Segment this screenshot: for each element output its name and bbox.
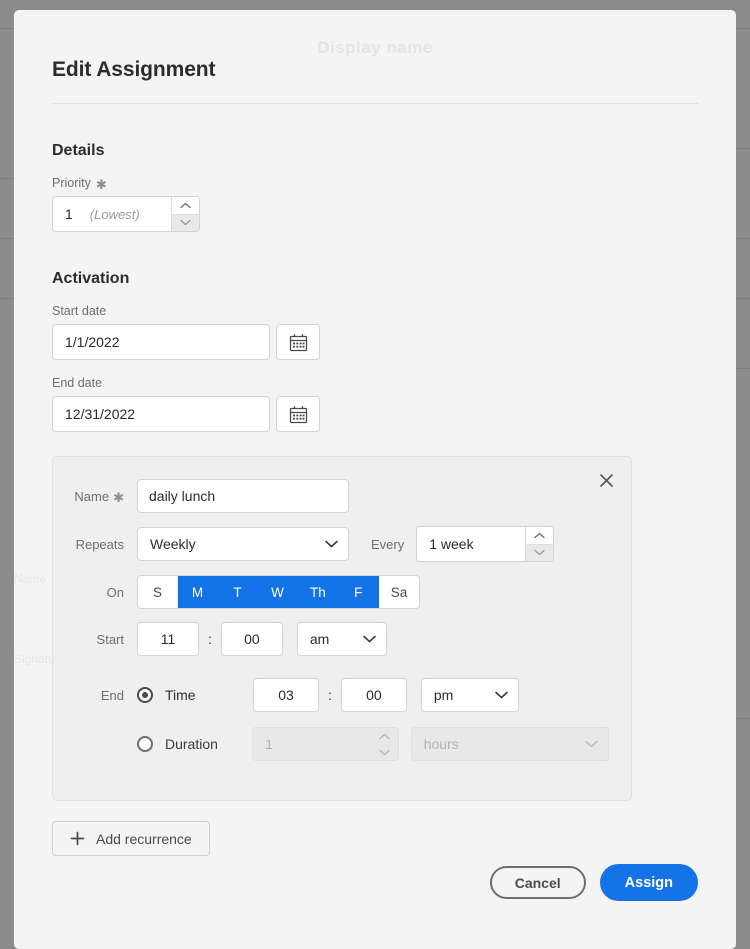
end-time-colon: :	[328, 687, 332, 703]
duration-stepper-buttons	[372, 728, 398, 760]
details-section-heading: Details	[52, 142, 105, 159]
chevron-down-icon	[495, 691, 508, 699]
end-meridiem-select[interactable]: pm	[420, 678, 519, 712]
recurrence-card: Name ✱ daily lunch Repeats Weekly Every …	[52, 456, 632, 801]
priority-label: Priority	[52, 176, 91, 190]
end-meridiem-value: pm	[433, 687, 454, 703]
start-minute-input[interactable]: 00	[220, 622, 283, 656]
close-icon	[599, 473, 613, 487]
priority-value: 1	[65, 206, 73, 222]
duration-decrement-button	[372, 744, 398, 760]
duration-unit-select: hours	[410, 727, 609, 761]
start-meridiem-select[interactable]: am	[296, 622, 387, 656]
start-hour-input[interactable]: 11	[137, 622, 199, 656]
add-recurrence-label: Add recurrence	[96, 830, 192, 847]
calendar-icon	[289, 333, 307, 351]
start-date-row: 1/1/2022	[52, 324, 698, 360]
start-meridiem-value: am	[309, 631, 330, 647]
background-ghost-left-1: Name	[14, 572, 47, 586]
day-toggle-wednesday[interactable]: W	[258, 576, 298, 608]
edit-assignment-dialog: Display name Name Signature Edit Assignm…	[14, 10, 736, 949]
recurrence-name-input[interactable]: daily lunch	[137, 479, 349, 513]
priority-decrement-button[interactable]	[172, 213, 199, 231]
priority-stepper-buttons[interactable]	[171, 197, 199, 231]
every-stepper-buttons[interactable]	[525, 527, 554, 561]
duration-increment-button	[372, 728, 398, 744]
chevron-down-icon	[363, 635, 376, 643]
start-date-input[interactable]: 1/1/2022	[52, 324, 270, 360]
day-toggle-thursday[interactable]: Th	[298, 576, 339, 608]
duration-unit-value: hours	[423, 736, 459, 752]
duration-stepper: 1	[252, 727, 399, 761]
add-recurrence-button[interactable]: Add recurrence	[52, 821, 210, 856]
repeats-select[interactable]: Weekly	[137, 527, 349, 561]
day-toggle-friday[interactable]: F	[338, 576, 379, 608]
every-increment-button[interactable]	[526, 527, 554, 544]
every-value: 1 week	[429, 536, 474, 552]
end-mode-duration-radio[interactable]	[137, 736, 153, 752]
start-time-label: Start	[96, 631, 124, 647]
priority-stepper[interactable]: 1 (Lowest)	[52, 196, 200, 232]
activation-section-heading: Activation	[52, 270, 130, 287]
end-minute-input[interactable]: 00	[340, 678, 407, 712]
day-toggle-monday[interactable]: M	[178, 576, 218, 608]
day-toggle-saturday[interactable]: Sa	[378, 576, 420, 608]
every-decrement-button[interactable]	[526, 543, 554, 561]
recurrence-name-row: Name ✱ daily lunch	[74, 479, 609, 513]
chevron-down-icon	[325, 540, 338, 548]
end-mode-duration-label: Duration	[165, 736, 218, 752]
end-date-calendar-button[interactable]	[276, 396, 320, 432]
recurrence-name-label: Name	[74, 488, 110, 504]
recurrence-repeats-row: Repeats Weekly Every 1 week	[75, 526, 609, 562]
recurrence-days-row: On S M T W Th F Sa	[75, 575, 609, 609]
end-mode-time-radio[interactable]	[137, 687, 153, 703]
start-date-calendar-button[interactable]	[276, 324, 320, 360]
calendar-icon	[289, 405, 307, 423]
recurrence-start-time-row: Start 11 : 00 am	[75, 622, 609, 656]
repeats-label: Repeats	[75, 536, 124, 552]
end-mode-time-label: Time	[165, 687, 196, 703]
cancel-button[interactable]: Cancel	[489, 866, 586, 899]
plus-icon	[70, 831, 85, 846]
recurrence-duration-row: Duration 1 hours	[75, 727, 609, 761]
every-label: Every	[371, 536, 405, 552]
end-time-label: End	[100, 687, 124, 703]
dialog-footer: Cancel Assign	[489, 864, 698, 901]
recurrence-name-label-wrap: Name ✱	[74, 488, 137, 505]
remove-recurrence-button[interactable]	[595, 469, 617, 491]
end-date-label: End date	[52, 376, 103, 390]
start-date-label: Start date	[52, 304, 107, 318]
end-date-row: 12/31/2022	[52, 396, 698, 432]
day-of-week-toggle-group[interactable]: S M T W Th F Sa	[137, 575, 421, 609]
start-time-colon: :	[208, 631, 212, 647]
assign-button[interactable]: Assign	[599, 864, 698, 901]
required-asterisk-icon: ✱	[113, 489, 124, 505]
priority-hint: (Lowest)	[89, 206, 140, 222]
priority-increment-button[interactable]	[172, 197, 199, 214]
priority-input[interactable]: 1 (Lowest)	[53, 197, 171, 231]
repeats-value: Weekly	[150, 536, 196, 552]
day-toggle-sunday[interactable]: S	[138, 576, 178, 608]
dialog-title: Edit Assignment	[52, 58, 216, 81]
end-date-input[interactable]: 12/31/2022	[52, 396, 270, 432]
end-hour-input[interactable]: 03	[253, 678, 319, 712]
every-stepper[interactable]: 1 week	[416, 526, 555, 562]
required-asterisk-icon: ✱	[95, 176, 107, 192]
recurrence-end-time-row: End Time 03 : 00 pm	[75, 678, 609, 712]
duration-value: 1	[265, 736, 273, 752]
priority-label-row: Priority ✱	[52, 176, 698, 192]
chevron-down-icon	[585, 740, 598, 748]
day-toggle-tuesday[interactable]: T	[218, 576, 258, 608]
every-input[interactable]: 1 week	[417, 527, 525, 561]
on-label: On	[106, 584, 124, 600]
